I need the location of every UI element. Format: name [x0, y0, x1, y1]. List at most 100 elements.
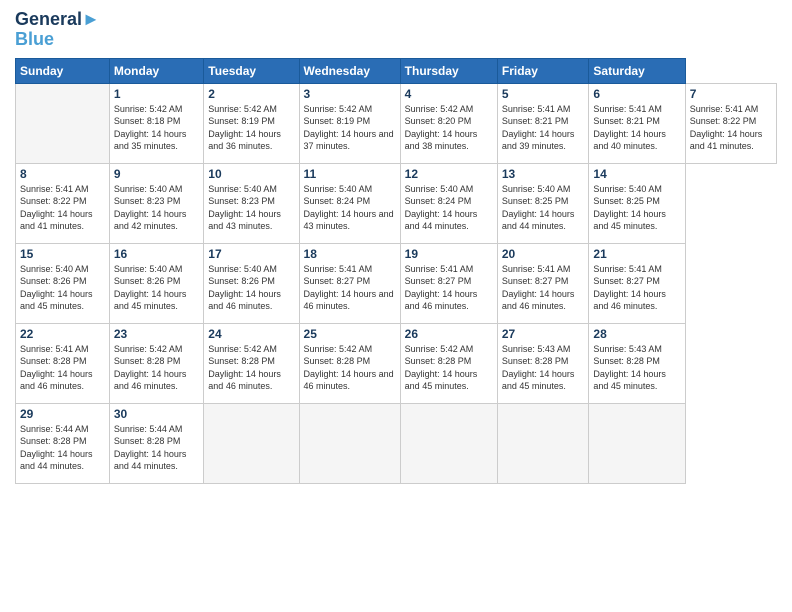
day-info: Sunrise: 5:42 AM Sunset: 8:20 PM Dayligh…	[405, 103, 493, 153]
calendar-cell: 27 Sunrise: 5:43 AM Sunset: 8:28 PM Dayl…	[497, 323, 589, 403]
day-number: 4	[405, 87, 493, 101]
day-info: Sunrise: 5:41 AM Sunset: 8:21 PM Dayligh…	[593, 103, 680, 153]
calendar-cell: 21 Sunrise: 5:41 AM Sunset: 8:27 PM Dayl…	[589, 243, 685, 323]
day-number: 3	[304, 87, 396, 101]
day-info: Sunrise: 5:42 AM Sunset: 8:28 PM Dayligh…	[208, 343, 294, 393]
logo: General► Blue	[15, 10, 100, 50]
calendar-cell: 19 Sunrise: 5:41 AM Sunset: 8:27 PM Dayl…	[400, 243, 497, 323]
day-info: Sunrise: 5:40 AM Sunset: 8:26 PM Dayligh…	[208, 263, 294, 313]
calendar-cell: 15 Sunrise: 5:40 AM Sunset: 8:26 PM Dayl…	[16, 243, 110, 323]
calendar-cell: 16 Sunrise: 5:40 AM Sunset: 8:26 PM Dayl…	[109, 243, 203, 323]
day-info: Sunrise: 5:40 AM Sunset: 8:25 PM Dayligh…	[593, 183, 680, 233]
main-container: General► Blue SundayMondayTuesdayWednesd…	[0, 0, 792, 612]
day-info: Sunrise: 5:41 AM Sunset: 8:21 PM Dayligh…	[502, 103, 585, 153]
calendar-cell	[299, 403, 400, 483]
calendar-cell: 22 Sunrise: 5:41 AM Sunset: 8:28 PM Dayl…	[16, 323, 110, 403]
day-number: 27	[502, 327, 585, 341]
calendar-week-3: 22 Sunrise: 5:41 AM Sunset: 8:28 PM Dayl…	[16, 323, 777, 403]
calendar-header-monday: Monday	[109, 58, 203, 83]
day-number: 29	[20, 407, 105, 421]
calendar-cell: 26 Sunrise: 5:42 AM Sunset: 8:28 PM Dayl…	[400, 323, 497, 403]
day-info: Sunrise: 5:41 AM Sunset: 8:27 PM Dayligh…	[304, 263, 396, 313]
day-number: 12	[405, 167, 493, 181]
day-info: Sunrise: 5:41 AM Sunset: 8:28 PM Dayligh…	[20, 343, 105, 393]
day-info: Sunrise: 5:40 AM Sunset: 8:24 PM Dayligh…	[405, 183, 493, 233]
day-info: Sunrise: 5:43 AM Sunset: 8:28 PM Dayligh…	[593, 343, 680, 393]
day-info: Sunrise: 5:42 AM Sunset: 8:28 PM Dayligh…	[405, 343, 493, 393]
day-number: 28	[593, 327, 680, 341]
day-info: Sunrise: 5:43 AM Sunset: 8:28 PM Dayligh…	[502, 343, 585, 393]
day-info: Sunrise: 5:41 AM Sunset: 8:22 PM Dayligh…	[20, 183, 105, 233]
calendar-header-friday: Friday	[497, 58, 589, 83]
day-number: 17	[208, 247, 294, 261]
day-info: Sunrise: 5:41 AM Sunset: 8:27 PM Dayligh…	[593, 263, 680, 313]
calendar-week-0: 1 Sunrise: 5:42 AM Sunset: 8:18 PM Dayli…	[16, 83, 777, 163]
calendar-cell: 14 Sunrise: 5:40 AM Sunset: 8:25 PM Dayl…	[589, 163, 685, 243]
day-number: 15	[20, 247, 105, 261]
day-info: Sunrise: 5:42 AM Sunset: 8:19 PM Dayligh…	[208, 103, 294, 153]
calendar-cell: 4 Sunrise: 5:42 AM Sunset: 8:20 PM Dayli…	[400, 83, 497, 163]
day-info: Sunrise: 5:42 AM Sunset: 8:28 PM Dayligh…	[304, 343, 396, 393]
day-number: 1	[114, 87, 199, 101]
day-number: 8	[20, 167, 105, 181]
day-info: Sunrise: 5:42 AM Sunset: 8:18 PM Dayligh…	[114, 103, 199, 153]
day-number: 6	[593, 87, 680, 101]
day-number: 20	[502, 247, 585, 261]
day-info: Sunrise: 5:44 AM Sunset: 8:28 PM Dayligh…	[114, 423, 199, 473]
calendar-cell: 9 Sunrise: 5:40 AM Sunset: 8:23 PM Dayli…	[109, 163, 203, 243]
day-info: Sunrise: 5:41 AM Sunset: 8:27 PM Dayligh…	[405, 263, 493, 313]
calendar-cell: 11 Sunrise: 5:40 AM Sunset: 8:24 PM Dayl…	[299, 163, 400, 243]
day-number: 11	[304, 167, 396, 181]
calendar-cell: 30 Sunrise: 5:44 AM Sunset: 8:28 PM Dayl…	[109, 403, 203, 483]
day-number: 7	[690, 87, 772, 101]
calendar-cell	[400, 403, 497, 483]
day-number: 14	[593, 167, 680, 181]
calendar-cell: 5 Sunrise: 5:41 AM Sunset: 8:21 PM Dayli…	[497, 83, 589, 163]
day-number: 18	[304, 247, 396, 261]
logo-text: General►	[15, 10, 100, 30]
calendar-cell: 7 Sunrise: 5:41 AM Sunset: 8:22 PM Dayli…	[685, 83, 776, 163]
day-number: 16	[114, 247, 199, 261]
calendar-cell: 24 Sunrise: 5:42 AM Sunset: 8:28 PM Dayl…	[204, 323, 299, 403]
calendar-cell: 3 Sunrise: 5:42 AM Sunset: 8:19 PM Dayli…	[299, 83, 400, 163]
day-number: 23	[114, 327, 199, 341]
header: General► Blue	[15, 10, 777, 50]
day-info: Sunrise: 5:40 AM Sunset: 8:26 PM Dayligh…	[20, 263, 105, 313]
calendar-cell: 28 Sunrise: 5:43 AM Sunset: 8:28 PM Dayl…	[589, 323, 685, 403]
calendar-header-thursday: Thursday	[400, 58, 497, 83]
day-number: 24	[208, 327, 294, 341]
day-info: Sunrise: 5:42 AM Sunset: 8:28 PM Dayligh…	[114, 343, 199, 393]
day-info: Sunrise: 5:40 AM Sunset: 8:23 PM Dayligh…	[208, 183, 294, 233]
day-number: 13	[502, 167, 585, 181]
day-number: 26	[405, 327, 493, 341]
day-number: 9	[114, 167, 199, 181]
day-info: Sunrise: 5:40 AM Sunset: 8:23 PM Dayligh…	[114, 183, 199, 233]
day-number: 30	[114, 407, 199, 421]
calendar-cell: 1 Sunrise: 5:42 AM Sunset: 8:18 PM Dayli…	[109, 83, 203, 163]
day-number: 5	[502, 87, 585, 101]
calendar-header-row: SundayMondayTuesdayWednesdayThursdayFrid…	[16, 58, 777, 83]
logo-blue: Blue	[15, 30, 100, 50]
day-number: 19	[405, 247, 493, 261]
calendar-cell: 23 Sunrise: 5:42 AM Sunset: 8:28 PM Dayl…	[109, 323, 203, 403]
calendar-table: SundayMondayTuesdayWednesdayThursdayFrid…	[15, 58, 777, 484]
calendar-header-saturday: Saturday	[589, 58, 685, 83]
calendar-week-2: 15 Sunrise: 5:40 AM Sunset: 8:26 PM Dayl…	[16, 243, 777, 323]
calendar-cell: 20 Sunrise: 5:41 AM Sunset: 8:27 PM Dayl…	[497, 243, 589, 323]
calendar-cell: 17 Sunrise: 5:40 AM Sunset: 8:26 PM Dayl…	[204, 243, 299, 323]
day-info: Sunrise: 5:40 AM Sunset: 8:26 PM Dayligh…	[114, 263, 199, 313]
day-info: Sunrise: 5:41 AM Sunset: 8:27 PM Dayligh…	[502, 263, 585, 313]
day-info: Sunrise: 5:44 AM Sunset: 8:28 PM Dayligh…	[20, 423, 105, 473]
calendar-cell: 29 Sunrise: 5:44 AM Sunset: 8:28 PM Dayl…	[16, 403, 110, 483]
day-number: 10	[208, 167, 294, 181]
calendar-cell: 8 Sunrise: 5:41 AM Sunset: 8:22 PM Dayli…	[16, 163, 110, 243]
day-info: Sunrise: 5:40 AM Sunset: 8:25 PM Dayligh…	[502, 183, 585, 233]
calendar-header-tuesday: Tuesday	[204, 58, 299, 83]
calendar-week-4: 29 Sunrise: 5:44 AM Sunset: 8:28 PM Dayl…	[16, 403, 777, 483]
calendar-cell: 2 Sunrise: 5:42 AM Sunset: 8:19 PM Dayli…	[204, 83, 299, 163]
calendar-cell: 25 Sunrise: 5:42 AM Sunset: 8:28 PM Dayl…	[299, 323, 400, 403]
day-number: 21	[593, 247, 680, 261]
calendar-week-1: 8 Sunrise: 5:41 AM Sunset: 8:22 PM Dayli…	[16, 163, 777, 243]
calendar-cell	[16, 83, 110, 163]
day-number: 25	[304, 327, 396, 341]
